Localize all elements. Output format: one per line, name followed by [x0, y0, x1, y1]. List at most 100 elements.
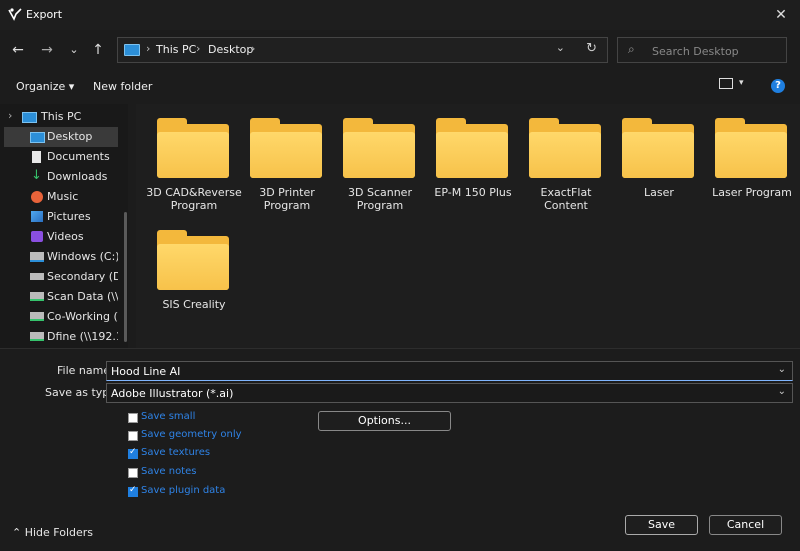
folder-item[interactable]: 3D Printer Program — [237, 110, 325, 214]
folder-label: ExactFlat Content — [540, 186, 592, 212]
pc-icon — [124, 44, 140, 56]
search-input[interactable] — [650, 41, 784, 61]
sidebar-item-label: Documents — [47, 150, 110, 163]
sidebar-item-label: Windows (C:) — [47, 250, 118, 263]
folder-item[interactable]: 3D CAD&Reverse Program — [144, 110, 242, 214]
sidebar-item-label: Dfine (\\192.168 — [47, 330, 118, 343]
navigation-pane: › This PC Desktop Documents ↓ Downloads … — [0, 104, 128, 348]
sidebar-item-secondary-d[interactable]: Secondary (D:) — [4, 267, 118, 287]
cancel-button[interactable]: Cancel — [709, 515, 782, 535]
sidebar-item-label: Scan Data (\\192 — [47, 290, 118, 303]
sidebar-item-co-working[interactable]: Co-Working (\\ — [4, 307, 118, 327]
folder-label: SIS Creality — [162, 298, 226, 311]
folder-label: 3D Scanner Program — [348, 186, 412, 212]
forward-arrow-icon[interactable]: → — [37, 40, 57, 60]
folder-label: Laser Program — [712, 186, 792, 199]
save-notes-label[interactable]: Save notes — [141, 466, 196, 477]
chevron-up-icon: ⌃ — [12, 526, 22, 539]
view-options-caret-icon[interactable]: ▾ — [739, 78, 744, 88]
folder-label: 3D CAD&Reverse Program — [146, 186, 242, 212]
folder-icon — [157, 118, 229, 178]
save-small-checkbox[interactable] — [128, 413, 138, 423]
refresh-icon[interactable]: ↻ — [586, 41, 597, 56]
help-icon[interactable]: ? — [771, 79, 785, 93]
hide-folders-button[interactable]: ⌃ Hide Folders — [12, 526, 93, 539]
sidebar-item-this-pc[interactable]: › This PC — [4, 107, 118, 127]
windows-drive-icon — [30, 252, 44, 262]
sidebar-scrollbar[interactable] — [124, 212, 127, 342]
save-as-type-select[interactable]: Adobe Illustrator (*.ai) ⌄ — [106, 383, 793, 403]
sidebar-item-dfine[interactable]: Dfine (\\192.168 — [4, 327, 118, 347]
close-icon[interactable]: ✕ — [770, 4, 792, 26]
breadcrumb-this-pc[interactable]: This PC — [156, 43, 196, 56]
sidebar-item-scan-data[interactable]: Scan Data (\\192 — [4, 287, 118, 307]
file-name-field[interactable]: Hood Line AI ⌄ — [106, 361, 793, 381]
folder-item[interactable]: 3D Scanner Program — [330, 110, 418, 214]
sidebar-item-label: Pictures — [47, 210, 91, 223]
export-dialog: Export ✕ ← → ⌄ ↑ › This PC › Desktop › ⌄… — [0, 0, 800, 551]
save-geometry-only-checkbox[interactable] — [128, 431, 138, 441]
folder-item[interactable]: EP-M 150 Plus — [423, 110, 512, 214]
desktop-icon — [30, 132, 45, 143]
breadcrumb-separator-icon: › — [196, 42, 201, 55]
options-button[interactable]: Options... — [318, 411, 451, 431]
save-textures-checkbox[interactable] — [128, 447, 138, 459]
sidebar-item-label: Videos — [47, 230, 84, 243]
folder-item[interactable]: SIS Creality — [144, 222, 232, 326]
chevron-down-icon[interactable]: ⌄ — [778, 364, 786, 375]
folder-item[interactable]: ExactFlat Content — [516, 110, 604, 214]
folder-icon — [436, 118, 508, 178]
view-mode-icon[interactable] — [719, 78, 733, 89]
sidebar-item-label: Secondary (D:) — [47, 270, 118, 283]
search-box[interactable]: ⌕ — [617, 37, 787, 63]
up-arrow-icon[interactable]: ↑ — [88, 40, 108, 60]
breadcrumb-separator-icon[interactable]: › — [251, 42, 255, 55]
expand-chevron-icon[interactable]: › — [8, 109, 12, 122]
network-drive-icon — [30, 312, 44, 321]
breadcrumb-separator-icon: › — [146, 42, 151, 55]
hide-folders-label: Hide Folders — [24, 526, 94, 539]
save-button[interactable]: Save — [625, 515, 698, 535]
search-icon: ⌕ — [628, 42, 635, 56]
sidebar-item-label: This PC — [41, 110, 82, 123]
drive-icon — [30, 273, 44, 280]
folder-item[interactable]: Laser Program — [702, 110, 792, 214]
sidebar-item-pictures[interactable]: Pictures — [4, 207, 118, 227]
new-folder-button[interactable]: New folder — [93, 80, 152, 93]
organize-button[interactable]: Organize ▾ — [16, 80, 74, 93]
folder-icon — [343, 118, 415, 178]
sidebar-item-label: Co-Working (\\ — [47, 310, 118, 323]
downloads-icon: ↓ — [31, 168, 42, 183]
sidebar-item-music[interactable]: Music — [4, 187, 118, 207]
save-panel: File name: Hood Line AI ⌄ Save as type: … — [0, 348, 800, 551]
pc-icon — [22, 112, 37, 123]
sidebar-item-documents[interactable]: Documents — [4, 147, 118, 167]
chevron-down-icon[interactable]: ⌄ — [778, 386, 786, 397]
sidebar-item-desktop[interactable]: Desktop — [4, 127, 118, 147]
folder-icon — [715, 118, 787, 178]
sidebar-item-videos[interactable]: Videos — [4, 227, 118, 247]
folder-item[interactable]: Laser — [609, 110, 697, 214]
save-plugin-data-checkbox[interactable] — [128, 485, 138, 497]
documents-icon — [32, 151, 41, 163]
recent-locations-chevron-icon[interactable]: ⌄ — [64, 40, 84, 60]
save-notes-checkbox[interactable] — [128, 468, 138, 478]
save-plugin-data-label[interactable]: Save plugin data — [141, 485, 225, 496]
address-dropdown-icon[interactable]: ⌄ — [556, 41, 565, 54]
sidebar-item-label: Music — [47, 190, 79, 203]
network-drive-icon — [30, 332, 44, 341]
folder-icon — [250, 118, 322, 178]
address-bar[interactable]: › This PC › Desktop › ⌄ ↻ — [117, 37, 608, 63]
back-arrow-icon[interactable]: ← — [8, 40, 28, 60]
sidebar-item-downloads[interactable]: ↓ Downloads — [4, 167, 118, 187]
sidebar-item-windows-c[interactable]: Windows (C:) — [4, 247, 118, 267]
pictures-icon — [31, 211, 43, 222]
save-textures-label[interactable]: Save textures — [141, 447, 210, 458]
save-small-label[interactable]: Save small — [141, 411, 195, 422]
save-geometry-only-label[interactable]: Save geometry only — [141, 429, 242, 440]
command-toolbar: Organize ▾ New folder ▾ ? — [0, 72, 800, 100]
folder-label: 3D Printer Program — [259, 186, 315, 212]
breadcrumb-desktop[interactable]: Desktop — [208, 43, 253, 56]
folder-icon — [622, 118, 694, 178]
file-name-value[interactable]: Hood Line AI — [111, 365, 180, 378]
